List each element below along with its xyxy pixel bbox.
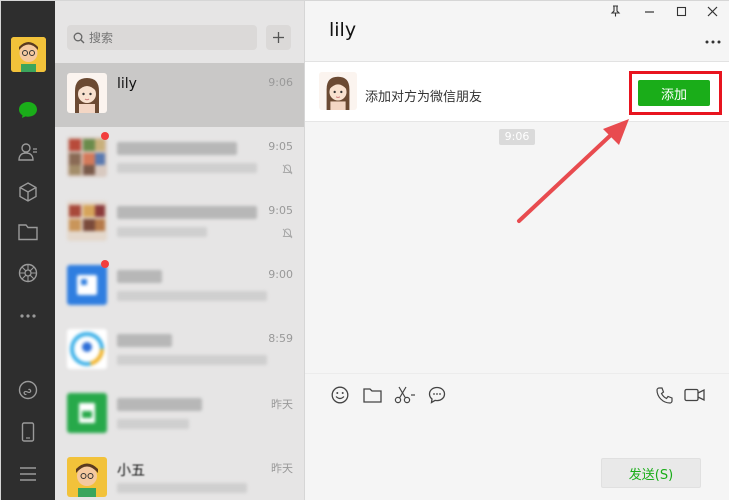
contact-avatar bbox=[67, 137, 107, 177]
nav-rail bbox=[1, 1, 55, 500]
session-name-redacted bbox=[117, 334, 172, 347]
session-time: 昨天 bbox=[271, 398, 293, 411]
wechat-window: lily 9:06 9:05 9:05 bbox=[0, 0, 729, 500]
user-avatar[interactable] bbox=[11, 37, 46, 72]
session-preview-redacted bbox=[117, 163, 257, 173]
contact-avatar bbox=[67, 73, 107, 113]
menu-icon[interactable] bbox=[1, 461, 55, 487]
session-list: lily 9:06 9:05 9:05 bbox=[55, 1, 305, 500]
phone-nav-icon[interactable] bbox=[1, 419, 55, 445]
session-name: 小五 bbox=[117, 463, 145, 479]
session-item[interactable]: 小五 昨天 bbox=[55, 447, 304, 500]
mute-bell-icon bbox=[282, 228, 293, 239]
session-preview-redacted bbox=[117, 227, 207, 237]
session-time: 8:59 bbox=[268, 332, 293, 345]
chat-panel: lily 添加对方为微信朋友 添加 9:06 发送(S) bbox=[305, 1, 729, 500]
search-icon bbox=[73, 32, 85, 43]
files-nav-icon[interactable] bbox=[1, 219, 55, 245]
contacts-nav-icon[interactable] bbox=[1, 139, 55, 165]
session-name-redacted bbox=[117, 398, 202, 411]
video-call-icon[interactable] bbox=[683, 384, 705, 406]
contact-avatar bbox=[67, 201, 107, 241]
moments-nav-icon[interactable] bbox=[1, 260, 55, 286]
collections-nav-icon[interactable] bbox=[1, 179, 55, 205]
contact-avatar bbox=[319, 72, 357, 110]
contact-avatar bbox=[67, 457, 107, 497]
session-item[interactable]: 9:05 bbox=[55, 127, 304, 191]
mute-bell-icon bbox=[282, 164, 293, 175]
session-item[interactable]: 9:05 bbox=[55, 191, 304, 255]
add-friend-button[interactable]: 添加 bbox=[638, 80, 710, 106]
start-chat-button[interactable] bbox=[266, 25, 291, 50]
session-item-lily[interactable]: lily 9:06 bbox=[55, 63, 304, 127]
session-preview-redacted bbox=[117, 483, 247, 493]
contact-avatar bbox=[67, 393, 107, 433]
chat-title: lily bbox=[329, 19, 357, 41]
session-preview-redacted bbox=[117, 355, 267, 365]
chat-history-icon[interactable] bbox=[426, 384, 448, 406]
session-preview-redacted bbox=[117, 291, 267, 301]
session-time: 9:00 bbox=[268, 268, 293, 281]
search-box[interactable] bbox=[67, 25, 257, 50]
search-input[interactable] bbox=[89, 30, 249, 45]
session-name-redacted bbox=[117, 142, 237, 155]
minimize-icon[interactable] bbox=[639, 5, 659, 21]
voice-call-icon[interactable] bbox=[653, 384, 675, 406]
plus-icon bbox=[273, 32, 284, 43]
send-button[interactable]: 发送(S) bbox=[601, 458, 701, 488]
session-name: lily bbox=[117, 76, 137, 92]
session-name-redacted bbox=[117, 206, 257, 219]
session-item[interactable]: 昨天 bbox=[55, 383, 304, 447]
unread-badge bbox=[101, 260, 109, 268]
mini-program-icon[interactable] bbox=[1, 377, 55, 403]
session-name-redacted bbox=[117, 270, 162, 283]
emoji-icon[interactable] bbox=[329, 384, 351, 406]
session-time: 9:06 bbox=[268, 76, 293, 89]
add-friend-text: 添加对方为微信朋友 bbox=[365, 90, 483, 105]
more-nav-icon[interactable] bbox=[1, 303, 55, 329]
screenshot-scissors-icon[interactable] bbox=[394, 384, 416, 406]
contact-avatar bbox=[67, 329, 107, 369]
chat-more-icon[interactable] bbox=[705, 29, 721, 48]
close-icon[interactable] bbox=[702, 5, 722, 21]
unread-badge bbox=[101, 132, 109, 140]
annotation-arrow bbox=[517, 119, 629, 223]
input-toolbar: 发送(S) bbox=[305, 373, 729, 500]
session-item[interactable]: 8:59 bbox=[55, 319, 304, 383]
session-time: 9:05 bbox=[268, 140, 293, 153]
chat-nav-icon[interactable] bbox=[1, 97, 55, 123]
session-time: 9:05 bbox=[268, 204, 293, 217]
maximize-icon[interactable] bbox=[671, 5, 691, 21]
session-item[interactable]: 9:00 bbox=[55, 255, 304, 319]
contact-avatar bbox=[67, 265, 107, 305]
folder-icon[interactable] bbox=[361, 384, 383, 406]
session-preview-redacted bbox=[117, 419, 189, 429]
session-time: 昨天 bbox=[271, 462, 293, 475]
pin-icon[interactable] bbox=[605, 5, 625, 21]
